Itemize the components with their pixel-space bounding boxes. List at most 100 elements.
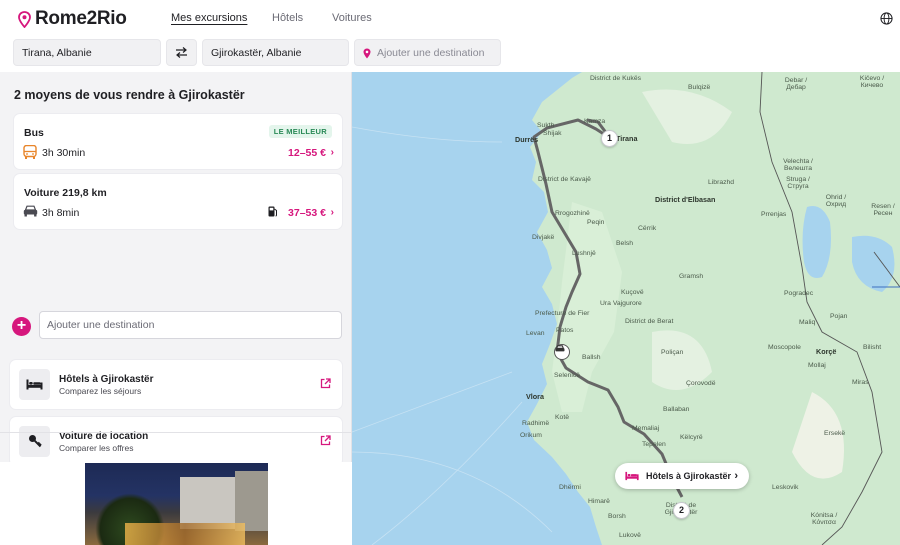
- map-label: Borsh: [608, 513, 626, 520]
- map-label: Këlcyrë: [680, 434, 703, 441]
- map-label: Pojan: [830, 313, 848, 320]
- add-destination-search-input[interactable]: Ajouter une destination: [354, 39, 501, 66]
- route-duration: 3h 8min: [42, 207, 80, 219]
- add-destination-button[interactable]: +: [12, 317, 31, 336]
- hotels-link-card[interactable]: Hôtels à Gjirokastër Comparez les séjour…: [10, 360, 342, 409]
- location-pin-icon: [363, 48, 371, 59]
- fuel-icon: [268, 206, 277, 217]
- hotels-link-title: Hôtels à Gjirokastër: [59, 374, 154, 385]
- map-label: Ohrid / Охрид: [825, 194, 847, 208]
- panel-divider: [0, 432, 352, 433]
- route-name: Voiture 219,8 km: [24, 187, 107, 199]
- car-stop-icon[interactable]: [554, 344, 570, 360]
- bed-icon: [625, 471, 639, 481]
- swap-arrows-icon: [176, 47, 187, 58]
- pin-logo-icon: [18, 10, 31, 28]
- map-label: Levan: [526, 330, 545, 337]
- map-label: Tepelen: [642, 441, 666, 448]
- map-label: Cërrik: [638, 225, 657, 232]
- map-label: Maliq: [799, 319, 816, 326]
- map-label: Resen / Ресен: [871, 203, 895, 217]
- map-label: Orikum: [520, 432, 542, 439]
- car-rental-link-card[interactable]: Voiture de location Comparer les offres: [10, 417, 342, 466]
- map-label: Korçë: [816, 347, 837, 356]
- external-link-icon: [320, 378, 331, 389]
- map-label: Moscopole: [768, 344, 801, 351]
- globe-icon[interactable]: [880, 12, 893, 25]
- map-label: Himarë: [588, 498, 610, 505]
- map-label: Durrës: [515, 135, 539, 144]
- map-label: District d'Elbasan: [655, 195, 716, 204]
- map-label: District de Berat: [625, 318, 674, 325]
- chevron-right-icon: ›: [330, 147, 334, 158]
- map-label: Kuçovë: [621, 289, 644, 296]
- map-label: Kotë: [555, 414, 569, 421]
- map-label: Poliçan: [661, 349, 684, 356]
- map-label: Çorovodë: [686, 380, 716, 387]
- results-title: 2 moyens de vous rendre à Gjirokastër: [14, 88, 245, 102]
- nav-hotels[interactable]: Hôtels: [272, 12, 303, 24]
- map-label: Pogradec: [784, 290, 814, 297]
- map-label: Belsh: [616, 240, 634, 247]
- map-label: Ersekë: [824, 430, 846, 437]
- map-label: Prrenjas: [761, 211, 787, 218]
- map-label: Selenicë: [554, 372, 581, 379]
- map-hotels-label: Hôtels à Gjirokastër: [646, 471, 732, 481]
- hotel-photo[interactable]: [85, 463, 268, 545]
- top-header: Rome2Rio Mes excursions Hôtels Voitures: [0, 0, 900, 36]
- route-price: 12–55 €: [288, 147, 326, 159]
- route-card-bus[interactable]: Bus LE MEILLEUR 3h 30min 12–55 € ›: [14, 114, 342, 169]
- map-label: Lukovë: [619, 532, 641, 539]
- brand-name: Rome2Rio: [35, 8, 127, 29]
- hotels-link-subtitle: Comparez les séjours: [59, 386, 142, 396]
- route-map[interactable]: District de Kukës Bulqizë Kamza Sukth Sh…: [352, 72, 900, 545]
- map-label: Rrogozhinë: [555, 210, 590, 217]
- map-label: Lushnjë: [572, 250, 596, 257]
- route-name: Bus: [24, 127, 44, 139]
- map-label: Shijak: [543, 130, 562, 137]
- key-icon: [19, 426, 50, 457]
- map-label: Vlora: [526, 392, 544, 401]
- map-label: Memaliaj: [632, 425, 660, 432]
- route-price: 37–53 €: [288, 207, 326, 219]
- map-label: Dhërmi: [559, 484, 581, 491]
- chevron-right-icon: ›: [734, 470, 738, 482]
- map-label: Miras: [852, 379, 869, 386]
- nav-mes-excursions[interactable]: Mes excursions: [171, 12, 247, 24]
- destination-input[interactable]: Gjirokastër, Albanie: [202, 39, 349, 66]
- add-destination-placeholder: Ajouter une destination: [377, 47, 485, 59]
- map-label: Tirana: [616, 134, 638, 143]
- external-link-icon: [320, 435, 331, 446]
- map-label: Sukth: [537, 122, 555, 129]
- swap-button[interactable]: [166, 39, 197, 66]
- map-label: Kónitsa / Κόνιτσα: [810, 512, 838, 526]
- map-label: Leskovik: [772, 484, 799, 491]
- map-label: Prefecture de Fier: [535, 310, 590, 317]
- map-label: Ura Vajgurore: [600, 300, 642, 307]
- map-label: Bulqizë: [688, 84, 711, 91]
- route-marker-2[interactable]: 2: [673, 502, 690, 519]
- map-label: Gramsh: [679, 273, 704, 280]
- map-label: Mollaj: [808, 362, 826, 369]
- route-card-car[interactable]: Voiture 219,8 km 3h 8min 37–53 € ›: [14, 174, 342, 229]
- route-marker-1[interactable]: 1: [601, 130, 618, 147]
- map-label: Struga / Струга: [786, 176, 810, 190]
- map-label: Divjakë: [532, 234, 555, 241]
- origin-input[interactable]: Tirana, Albanie: [13, 39, 161, 66]
- brand-logo[interactable]: Rome2Rio: [18, 8, 127, 30]
- map-label: District de Kavajë: [538, 176, 591, 183]
- best-badge: LE MEILLEUR: [268, 125, 332, 138]
- map-label: Ballaban: [663, 406, 690, 413]
- results-panel: 2 moyens de vous rendre à Gjirokastër Bu…: [0, 72, 352, 545]
- car-icon: [23, 205, 38, 217]
- map-label: Librazhd: [708, 179, 735, 186]
- map-label: Radhimë: [522, 420, 550, 427]
- add-destination-input[interactable]: Ajouter une destination: [39, 311, 342, 339]
- map-label: Bilisht: [863, 344, 882, 351]
- map-hotels-button[interactable]: Hôtels à Gjirokastër ›: [615, 463, 749, 489]
- bus-icon: [23, 145, 37, 159]
- map-label: Velechta / Велешта: [783, 158, 813, 172]
- nav-voitures[interactable]: Voitures: [332, 12, 372, 24]
- chevron-right-icon: ›: [330, 207, 334, 218]
- map-label: Debar / Дебар: [784, 77, 808, 91]
